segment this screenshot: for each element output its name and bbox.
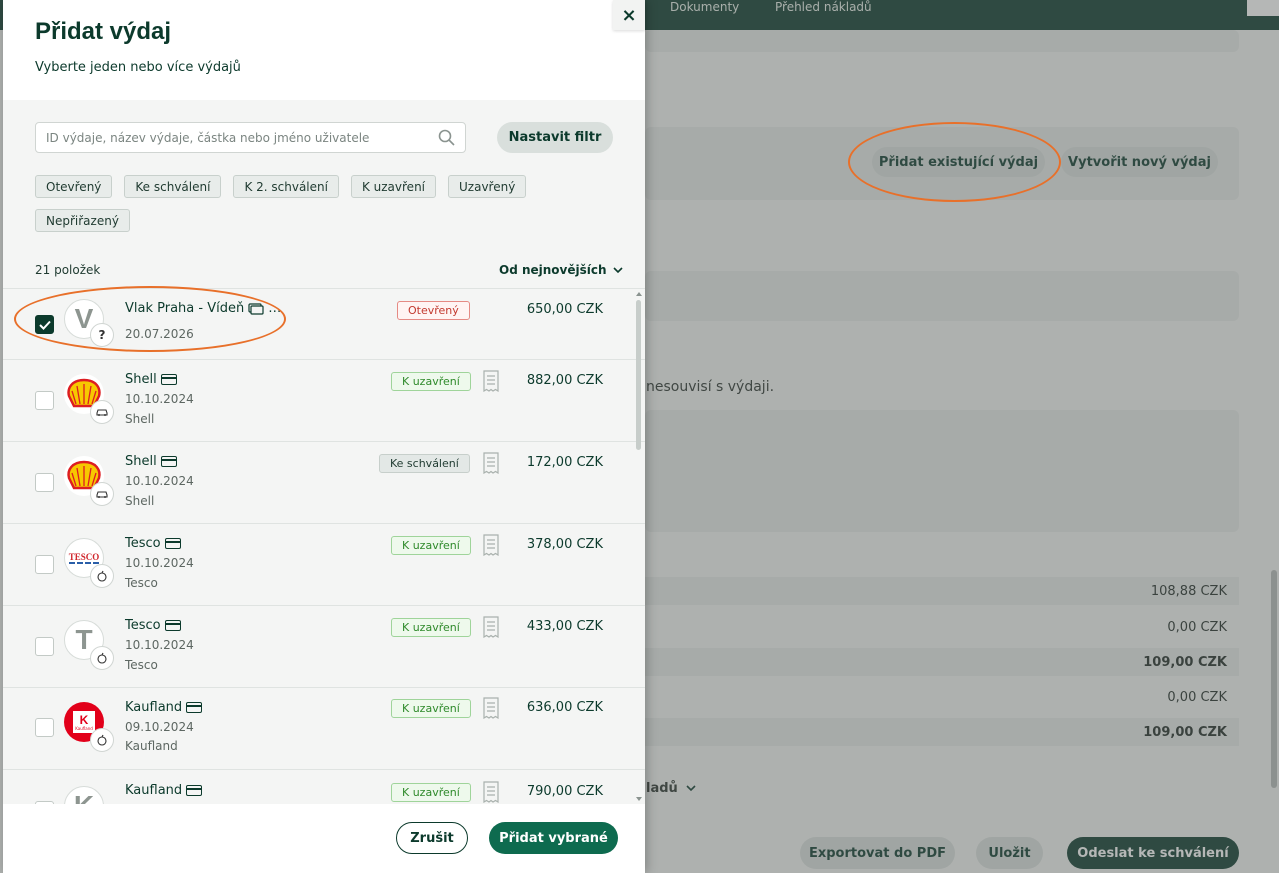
expense-merchant: Tesco — [125, 576, 158, 590]
checkbox-checked[interactable] — [35, 315, 54, 334]
card-icon — [160, 456, 177, 467]
modal-title: Přidat výdaj — [35, 18, 172, 45]
checkbox[interactable] — [35, 718, 54, 737]
list-scrollbar[interactable] — [636, 300, 641, 450]
chip-to-close[interactable]: K uzavření — [350, 175, 437, 198]
chip-open[interactable]: Otevřený — [35, 175, 113, 198]
expense-title: Tesco — [125, 618, 181, 633]
status-badge: K uzavření — [391, 699, 471, 718]
chip-for-approval[interactable]: Ke schválení — [124, 175, 222, 198]
checkbox[interactable] — [35, 473, 54, 492]
card-icon — [186, 785, 203, 796]
expense-row[interactable]: V ? Vlak Praha - Vídeň … 20.07.2026 Otev… — [3, 288, 645, 360]
scroll-down-icon[interactable] — [635, 796, 643, 802]
apple-icon — [90, 564, 114, 588]
expense-title-text: Vlak Praha - Vídeň — [125, 301, 245, 316]
checkbox[interactable] — [35, 637, 54, 656]
receipt-icon — [483, 781, 499, 803]
add-expense-modal: Přidat výdaj Vyberte jeden nebo více výd… — [3, 0, 645, 873]
cancel-button[interactable]: Zrušit — [396, 822, 468, 854]
receipt-icon — [483, 616, 499, 638]
expense-row[interactable]: TESCO Tesco 10.10.2024 Tesco K uzavření … — [3, 524, 645, 606]
modal-header: Přidat výdaj Vyberte jeden nebo více výd… — [3, 0, 645, 100]
status-badge: Ke schválení — [379, 454, 470, 473]
check-icon — [38, 320, 51, 330]
expense-row[interactable]: T Tesco 10.10.2024 Tesco K uzavření 433,… — [3, 606, 645, 688]
scroll-up-icon[interactable] — [635, 291, 643, 297]
status-badge: K uzavření — [391, 372, 471, 391]
expense-amount: 378,00 CZK — [526, 537, 603, 552]
search-placeholder: ID výdaje, název výdaje, částka nebo jmé… — [46, 130, 370, 145]
card-icon — [186, 702, 203, 713]
card-icon — [160, 374, 177, 385]
card-icon — [164, 620, 181, 631]
avatar: K — [64, 786, 104, 804]
status-badge: K uzavření — [391, 536, 471, 555]
receipt-icon — [483, 370, 499, 392]
apple-icon — [90, 646, 114, 670]
chip-second-approval[interactable]: K 2. schválení — [233, 175, 339, 198]
receipt-icon — [483, 697, 499, 719]
modal-subtitle: Vyberte jeden nebo více výdajů — [35, 60, 241, 75]
receipt-icon — [483, 534, 499, 556]
unknown-category-badge: ? — [90, 323, 114, 347]
search-input[interactable]: ID výdaje, název výdaje, částka nebo jmé… — [35, 122, 466, 153]
expense-title: Vlak Praha - Vídeň … — [125, 301, 282, 316]
expense-title: Shell — [125, 454, 177, 469]
chip-closed[interactable]: Uzavřený — [448, 175, 527, 198]
expense-amount: 790,00 CZK — [526, 784, 603, 799]
expense-merchant: Shell — [125, 494, 155, 508]
expense-amount: 172,00 CZK — [526, 455, 603, 470]
status-chips: Otevřený Ke schválení K 2. schválení K u… — [35, 175, 595, 232]
expense-amount: 882,00 CZK — [526, 373, 603, 388]
search-icon[interactable] — [437, 129, 455, 147]
checkbox[interactable] — [35, 391, 54, 410]
expense-title: Shell — [125, 372, 177, 387]
car-icon — [90, 482, 114, 506]
expense-merchant: Tesco — [125, 658, 158, 672]
apple-icon — [90, 728, 114, 752]
expense-title: Kaufland — [125, 783, 203, 798]
expense-list: V ? Vlak Praha - Vídeň … 20.07.2026 Otev… — [3, 288, 645, 804]
expense-date: 10.10.2024 — [125, 474, 194, 488]
expense-date: 10.10.2024 — [125, 638, 194, 652]
status-badge: Otevřený — [397, 301, 470, 320]
checkbox[interactable] — [35, 555, 54, 574]
modal-footer: Zrušit Přidat vybrané — [3, 804, 645, 873]
item-count: 21 položek — [35, 263, 101, 277]
expense-amount: 636,00 CZK — [526, 700, 603, 715]
sort-dropdown[interactable]: Od nejnovějších — [499, 263, 623, 277]
set-filter-button[interactable]: Nastavit filtr — [497, 122, 613, 153]
page-scrollbar[interactable] — [1271, 570, 1277, 788]
expense-merchant: Kaufland — [125, 739, 178, 753]
car-icon — [90, 400, 114, 424]
expense-date: 20.07.2026 — [125, 327, 194, 341]
close-icon[interactable]: × — [613, 0, 645, 30]
expense-date: 09.10.2024 — [125, 720, 194, 734]
receipt-icon — [483, 452, 499, 474]
expense-row[interactable]: K Kaufland Kaufland 09.10.2024 Kaufland … — [3, 688, 645, 770]
expense-amount: 650,00 CZK — [526, 302, 603, 317]
expense-date: 10.10.2024 — [125, 392, 194, 406]
expense-merchant: Shell — [125, 412, 155, 426]
chip-unassigned[interactable]: Nepřiřazený — [35, 209, 130, 232]
chevron-down-icon — [612, 266, 623, 273]
expense-title: Kaufland — [125, 700, 203, 715]
card-icon — [164, 538, 181, 549]
expense-row[interactable]: K Kaufland K uzavření 790,00 CZK — [3, 770, 645, 804]
expense-date: 10.10.2024 — [125, 556, 194, 570]
expense-row[interactable]: Shell 10.10.2024 Shell Ke schválení 172,… — [3, 442, 645, 524]
expense-amount: 433,00 CZK — [526, 619, 603, 634]
add-selected-button[interactable]: Přidat vybrané — [489, 822, 618, 854]
status-badge: K uzavření — [391, 783, 471, 802]
cash-icon — [248, 302, 264, 315]
expense-title: Tesco — [125, 536, 181, 551]
expense-row[interactable]: Shell 10.10.2024 Shell K uzavření 882,00… — [3, 360, 645, 442]
sort-label: Od nejnovějších — [499, 263, 607, 277]
status-badge: K uzavření — [391, 618, 471, 637]
